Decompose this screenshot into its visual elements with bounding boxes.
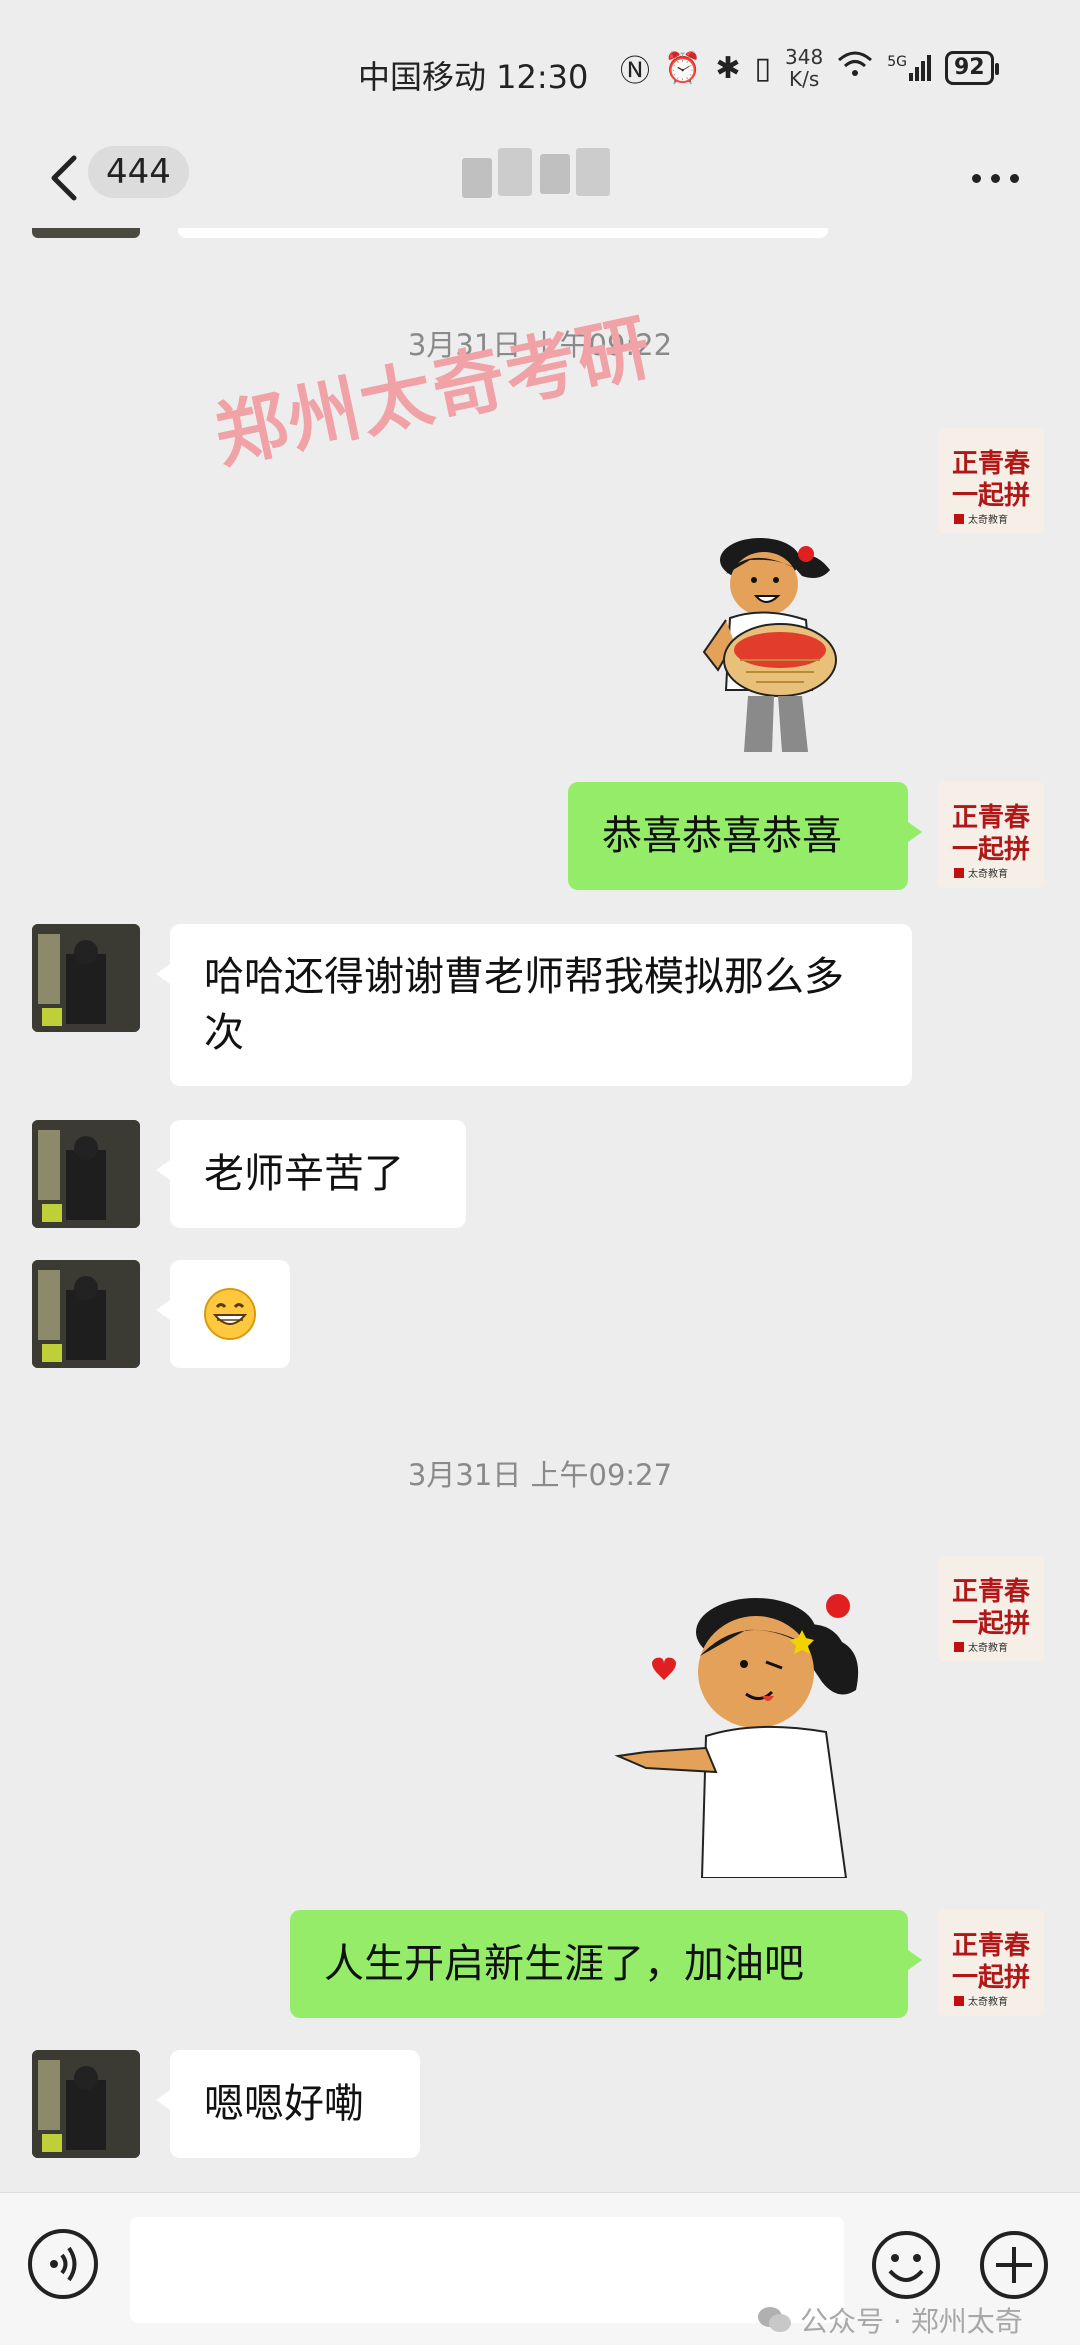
previous-message-edge xyxy=(178,228,828,238)
svg-text:一起拼: 一起拼 xyxy=(952,835,1030,865)
sender-avatar[interactable]: 正青春 一起拼 太奇教育 xyxy=(938,1556,1044,1662)
status-icons: Ⓝ ⏰ ✱ ▯ 348 K/s 5G 92 xyxy=(620,45,999,91)
contact-avatar[interactable] xyxy=(32,1260,140,1368)
message-bubble-received[interactable] xyxy=(156,1260,290,1368)
grin-emoji-icon xyxy=(204,1288,256,1340)
signal-icon: 5G xyxy=(887,55,931,81)
battery-indicator: 92 xyxy=(944,51,999,85)
voice-input-icon[interactable] xyxy=(28,2229,98,2299)
back-icon[interactable] xyxy=(44,150,84,206)
message-text: 哈哈还得谢谢曹老师帮我模拟那么多次 xyxy=(204,954,844,1056)
vibrate-icon: ▯ xyxy=(754,50,772,86)
message-bubble-received[interactable]: 嗯嗯好嘞 xyxy=(156,2050,420,2158)
wechat-icon xyxy=(758,2307,791,2332)
sender-avatar[interactable]: 正青春 一起拼 太奇教育 xyxy=(938,1910,1044,2016)
add-attachment-icon[interactable] xyxy=(978,2229,1050,2301)
watermark-text: 郑州太奇考研 xyxy=(207,304,660,479)
sender-avatar[interactable]: 正青春 一起拼 太奇教育 xyxy=(938,782,1044,888)
net-speed: 348 K/s xyxy=(785,45,824,91)
contact-avatar[interactable] xyxy=(32,1120,140,1228)
contact-avatar[interactable] xyxy=(32,2050,140,2158)
svg-text:太奇教育: 太奇教育 xyxy=(968,513,1008,526)
svg-text:正青春: 正青春 xyxy=(952,449,1030,479)
message-input[interactable] xyxy=(130,2217,844,2323)
svg-text:正青春: 正青春 xyxy=(952,1931,1030,1961)
svg-text:一起拼: 一起拼 xyxy=(952,1963,1030,1993)
message-bubble-sent[interactable]: 恭喜恭喜恭喜 xyxy=(568,782,922,890)
contact-avatar[interactable] xyxy=(32,924,140,1032)
more-options-icon[interactable] xyxy=(972,168,1032,188)
previous-message-edge xyxy=(32,228,140,238)
svg-text:太奇教育: 太奇教育 xyxy=(968,1641,1008,1654)
svg-text:一起拼: 一起拼 xyxy=(952,1609,1030,1639)
chat-header: 444 xyxy=(0,130,1080,238)
message-timestamp: 3月31日 上午09:27 xyxy=(407,1458,673,1492)
alarm-icon: ⏰ xyxy=(664,50,702,86)
wifi-icon xyxy=(837,50,873,86)
message-bubble-sent[interactable]: 人生开启新生涯了，加油吧 xyxy=(290,1910,922,2018)
bluetooth-icon: ✱ xyxy=(715,50,741,86)
svg-text:太奇教育: 太奇教育 xyxy=(968,1995,1008,2008)
sender-avatar[interactable]: 正青春 一起拼 太奇教育 xyxy=(938,428,1044,534)
status-bar: 中国移动 12:30 Ⓝ ⏰ ✱ ▯ 348 K/s 5G 92 xyxy=(0,0,1080,130)
sticker-girl-finger-heart[interactable] xyxy=(606,1572,906,1879)
svg-text:一起拼: 一起拼 xyxy=(952,481,1030,511)
sticker-girl-basket[interactable] xyxy=(690,520,860,752)
message-bubble-received[interactable]: 老师辛苦了 xyxy=(156,1120,466,1228)
unread-count-badge[interactable]: 444 xyxy=(88,146,189,198)
svg-text:太奇教育: 太奇教育 xyxy=(968,867,1008,880)
nfc-icon: Ⓝ xyxy=(620,54,650,89)
emoji-icon[interactable] xyxy=(870,2229,942,2301)
chat-title xyxy=(462,144,612,200)
carrier-time: 中国移动 12:30 xyxy=(358,58,589,96)
svg-text:正青春: 正青春 xyxy=(952,1577,1030,1607)
message-bubble-received[interactable]: 哈哈还得谢谢曹老师帮我模拟那么多次 xyxy=(156,924,912,1086)
footer-watermark: 公众号 · 郑州太奇 xyxy=(756,2300,1023,2340)
svg-text:正青春: 正青春 xyxy=(952,803,1030,833)
